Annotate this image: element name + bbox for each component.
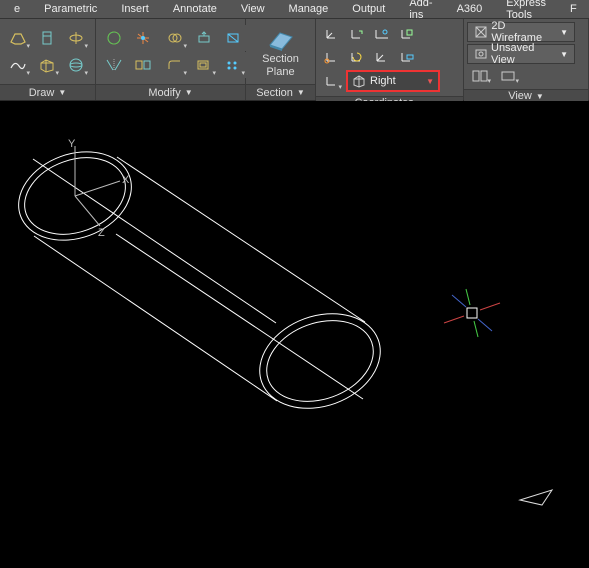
polysolid-icon[interactable] — [4, 25, 32, 51]
tab-truncated-right[interactable]: F — [558, 0, 589, 18]
wireframe-icon — [474, 25, 487, 39]
tab-addins[interactable]: Add-ins — [397, 0, 444, 18]
crosshair-cursor — [444, 289, 500, 337]
named-view-dropdown[interactable]: Unsaved View ▼ — [467, 44, 575, 64]
array-icon[interactable] — [219, 52, 247, 78]
3drotate-icon[interactable] — [100, 25, 128, 51]
ucs-x-icon[interactable] — [370, 23, 394, 45]
presspull-icon[interactable] — [190, 25, 218, 51]
view-icon — [474, 47, 487, 61]
ucs-origin-icon[interactable] — [320, 46, 344, 68]
revolve-icon[interactable] — [62, 25, 90, 51]
axis-y-label: Y — [68, 138, 76, 150]
mirror-icon[interactable] — [100, 52, 128, 78]
ribbon: Draw▼ Modify▼ Section Pla — [0, 19, 589, 101]
section-plane-label: Section Plane — [262, 53, 299, 77]
ucs-face-icon[interactable] — [395, 23, 419, 45]
visual-style-value: 2D Wireframe — [491, 20, 556, 44]
named-view-value: Unsaved View — [491, 42, 556, 66]
ucs-previous-icon[interactable] — [345, 23, 369, 45]
panel-section: Section Plane Section▼ — [246, 19, 316, 100]
tab-output[interactable]: Output — [340, 0, 397, 18]
box-icon[interactable] — [33, 52, 61, 78]
align-icon[interactable] — [129, 52, 157, 78]
polyline-icon[interactable] — [4, 52, 32, 78]
model-view: Y X Z — [0, 101, 589, 568]
tab-manage[interactable]: Manage — [277, 0, 341, 18]
tab-insert[interactable]: Insert — [109, 0, 161, 18]
panel-modify-title[interactable]: Modify▼ — [96, 84, 245, 100]
axis-z-label: Z — [98, 227, 105, 239]
tab-view[interactable]: View — [229, 0, 277, 18]
slice-icon[interactable] — [219, 25, 247, 51]
tab-parametric[interactable]: Parametric — [32, 0, 109, 18]
view-flat-icon[interactable] — [495, 66, 521, 86]
visual-style-dropdown[interactable]: 2D Wireframe ▼ — [467, 22, 575, 42]
cube-icon — [352, 74, 366, 88]
tab-truncated[interactable]: e — [2, 0, 32, 18]
panel-draw: Draw▼ — [0, 19, 96, 100]
named-ucs-dropdown[interactable]: Right ▼ — [346, 70, 440, 92]
axis-x-label: X — [122, 174, 130, 186]
section-plane-button[interactable]: Section Plane — [250, 24, 311, 80]
tab-express-tools[interactable]: Express Tools — [494, 0, 558, 18]
ucs-icon-dropdown[interactable] — [320, 70, 344, 92]
view-combine-icon[interactable] — [467, 66, 493, 86]
drawing-canvas[interactable]: Y X Z — [0, 101, 589, 568]
ribbon-tabs: e Parametric Insert Annotate View Manage… — [0, 0, 589, 19]
panel-section-title[interactable]: Section▼ — [246, 84, 315, 100]
panel-draw-title[interactable]: Draw▼ — [0, 84, 95, 100]
extrude-icon[interactable] — [33, 25, 61, 51]
cursor-triangle — [520, 490, 552, 505]
sphere-icon[interactable] — [62, 52, 90, 78]
ucs-z-icon[interactable] — [370, 46, 394, 68]
tab-a360[interactable]: A360 — [445, 0, 495, 18]
panel-coordinates: Right ▼ Coordinates↘ — [316, 19, 464, 100]
named-ucs-value: Right — [370, 75, 396, 87]
tab-annotate[interactable]: Annotate — [161, 0, 229, 18]
ucs-world-icon[interactable] — [320, 23, 344, 45]
ucs-view-icon[interactable] — [395, 46, 419, 68]
shell-icon[interactable] — [190, 52, 218, 78]
union-icon[interactable] — [161, 25, 189, 51]
panel-modify: Modify▼ — [96, 19, 246, 100]
panel-view: 2D Wireframe ▼ Unsaved View ▼ View▼ — [464, 19, 589, 100]
fillet-icon[interactable] — [161, 52, 189, 78]
3dmove-icon[interactable] — [129, 25, 157, 51]
ucs-restore-icon[interactable] — [345, 46, 369, 68]
